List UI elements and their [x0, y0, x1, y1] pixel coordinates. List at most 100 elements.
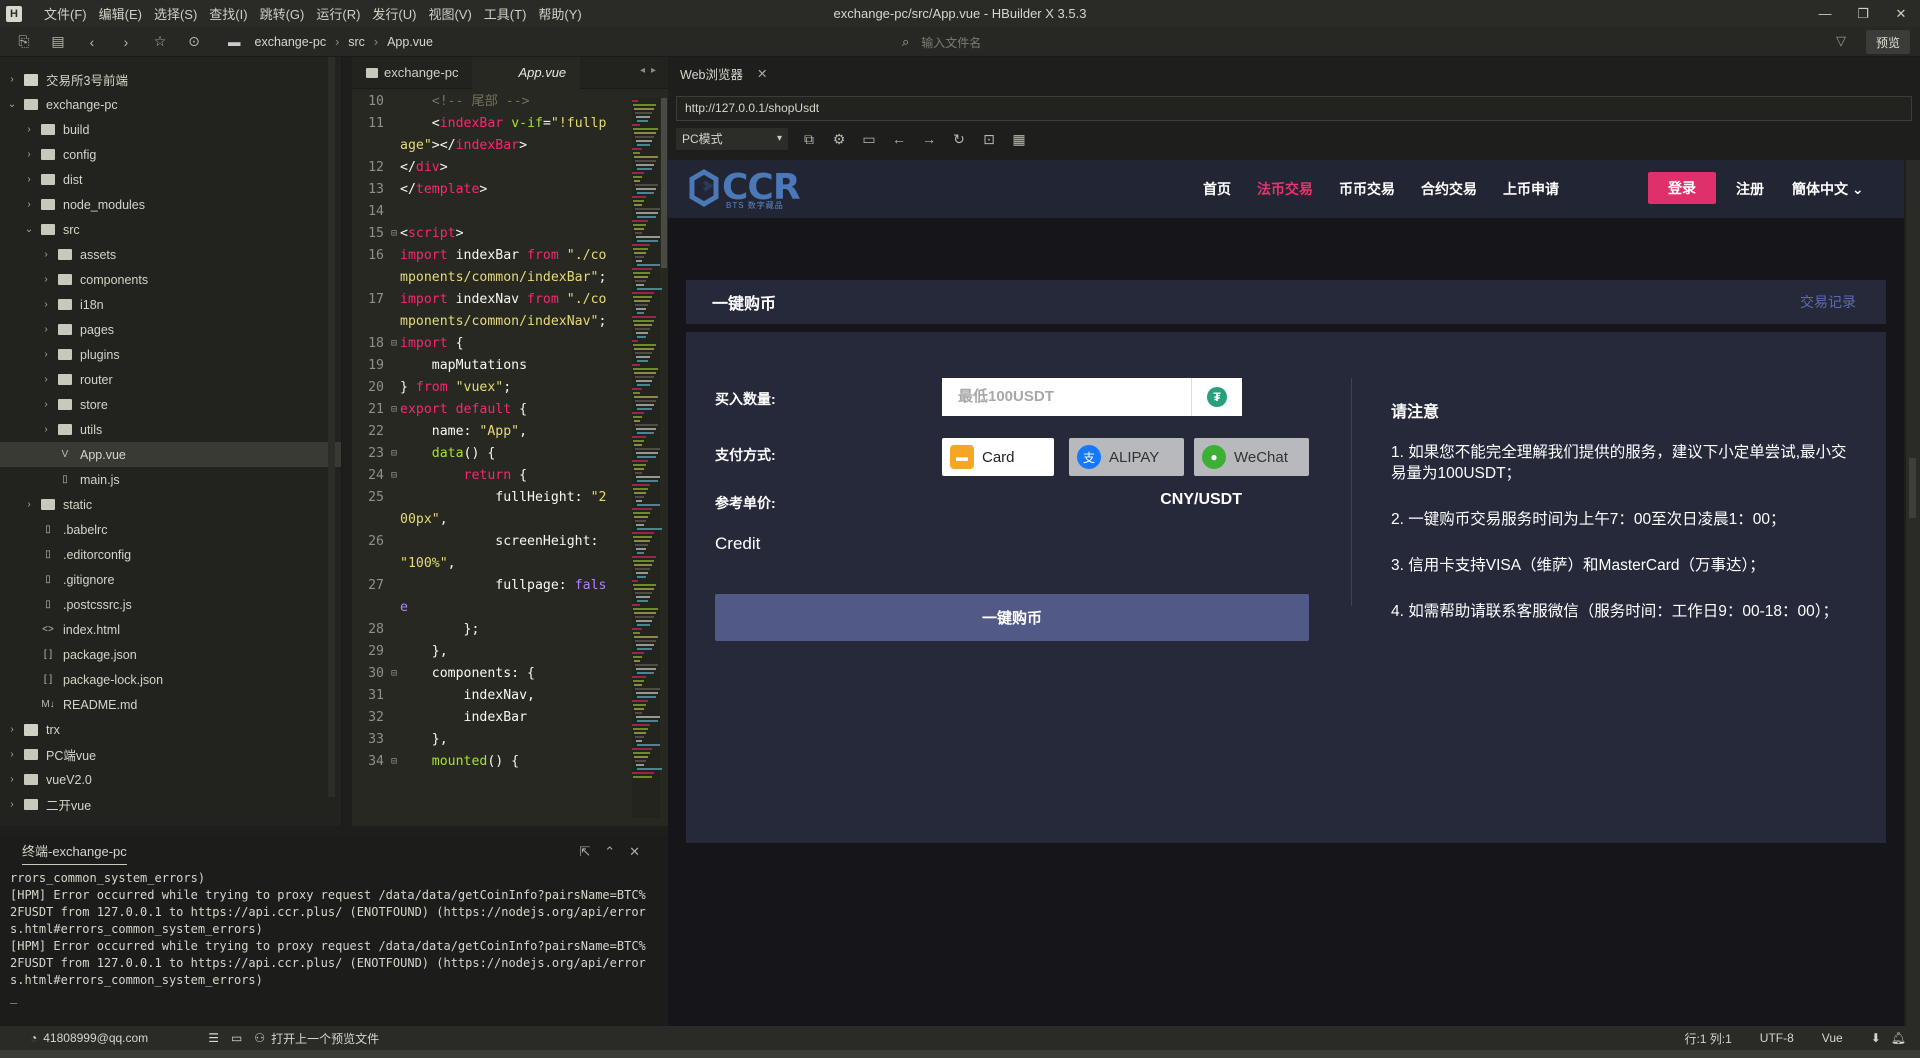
nav-link[interactable]: 上币申请	[1503, 179, 1559, 199]
filter-icon[interactable]: ▽	[1836, 33, 1846, 49]
minimize-icon[interactable]: —	[1806, 0, 1844, 27]
chevron-right-icon[interactable]: ›	[40, 399, 52, 410]
back-icon[interactable]: ←	[890, 131, 908, 147]
forward-icon[interactable]: ›	[116, 32, 136, 52]
tree-item[interactable]: ⌄ exchange-pc	[0, 92, 341, 117]
chevron-right-icon[interactable]: ›	[40, 274, 52, 285]
fold-icon[interactable]	[388, 377, 400, 399]
fold-icon[interactable]	[388, 619, 400, 641]
tree-item[interactable]: › pages	[0, 317, 341, 342]
fold-icon[interactable]: ⊟	[388, 223, 400, 245]
user-account[interactable]: 41808999@qq.com	[43, 1031, 148, 1045]
tab-nav-arrows-icon[interactable]: ◂▸	[640, 65, 662, 76]
tree-item[interactable]: › 二开vue	[0, 792, 341, 817]
site-logo[interactable]: CCR BTS 数字藏品	[688, 168, 801, 210]
code-line[interactable]: 32 indexBar	[352, 707, 668, 729]
code-line[interactable]: 13 </template>	[352, 179, 668, 201]
url-input[interactable]: http://127.0.0.1/shopUsdt	[676, 96, 1912, 121]
breadcrumb-item[interactable]: exchange-pc	[255, 35, 327, 49]
terminal-actions-icon[interactable]: ⇱⌃✕	[579, 844, 654, 860]
tree-item[interactable]: › components	[0, 267, 341, 292]
language-select[interactable]: 簡体中文 ⌄	[1792, 179, 1864, 199]
sidebar-scrollbar[interactable]	[328, 57, 335, 797]
chevron-right-icon[interactable]: ›	[6, 774, 18, 785]
code-line[interactable]: 11 <indexBar v-if="!fullpage"></indexBar…	[352, 113, 668, 157]
nav-link[interactable]: 合约交易	[1421, 179, 1477, 199]
fold-icon[interactable]	[388, 487, 400, 531]
tree-item[interactable]: › plugins	[0, 342, 341, 367]
chevron-right-icon[interactable]: ›	[40, 324, 52, 335]
code-line[interactable]: 34 ⊟ mounted() {	[352, 751, 668, 773]
tree-item[interactable]: › 交易所3号前端	[0, 67, 341, 92]
chevron-right-icon[interactable]: ›	[23, 149, 35, 160]
list-icon[interactable]: ☰	[208, 1031, 219, 1045]
notification-icon[interactable]: 🔔︎	[1891, 1031, 1906, 1045]
language-mode[interactable]: Vue	[1822, 1031, 1843, 1045]
fold-icon[interactable]	[388, 157, 400, 179]
fold-icon[interactable]	[388, 641, 400, 663]
chevron-right-icon[interactable]: ›	[40, 374, 52, 385]
qty-input[interactable]: 最低100USDT	[942, 378, 1192, 416]
code-line[interactable]: 19 mapMutations	[352, 355, 668, 377]
nav-link[interactable]: 首页	[1203, 179, 1231, 199]
browser-tab[interactable]: Web浏览器 ✕	[668, 57, 1920, 89]
qrcode-icon[interactable]: ▦	[1010, 131, 1028, 148]
console-icon[interactable]: ▭	[860, 131, 878, 148]
menu-item[interactable]: 跳转(G)	[254, 4, 311, 23]
pay-card-button[interactable]: ▬ Card	[942, 438, 1054, 476]
fold-icon[interactable]	[388, 685, 400, 707]
tree-item[interactable]: › store	[0, 392, 341, 417]
tab-exchange-pc[interactable]: exchange-pc	[352, 57, 472, 89]
fold-icon[interactable]	[388, 113, 400, 157]
close-icon[interactable]: ✕	[1882, 0, 1920, 27]
encoding[interactable]: UTF-8	[1760, 1031, 1794, 1045]
fold-icon[interactable]	[388, 245, 400, 289]
chevron-down-icon[interactable]: ⌄	[23, 224, 35, 235]
chevron-right-icon[interactable]: ›	[40, 299, 52, 310]
breadcrumb-item[interactable]: App.vue	[387, 35, 433, 49]
tab-app-vue[interactable]: App.vue	[472, 57, 581, 89]
code-line[interactable]: 27 fullpage: false	[352, 575, 668, 619]
tree-item[interactable]: › config	[0, 142, 341, 167]
editor-scrollbar[interactable]	[661, 98, 667, 268]
chevron-right-icon[interactable]: ›	[6, 724, 18, 735]
code-line[interactable]: 29 },	[352, 641, 668, 663]
code-line[interactable]: 33 },	[352, 729, 668, 751]
fold-icon[interactable]: ⊟	[388, 443, 400, 465]
tree-item[interactable]: ▯ .babelrc	[0, 517, 341, 542]
tree-item[interactable]: ▯ .postcssrc.js	[0, 592, 341, 617]
chevron-right-icon[interactable]: ›	[40, 349, 52, 360]
chevron-right-icon[interactable]: ›	[23, 199, 35, 210]
tree-item[interactable]: › i18n	[0, 292, 341, 317]
code-line[interactable]: 10 <!-- 尾部 -->	[352, 91, 668, 113]
chevron-right-icon[interactable]: ›	[6, 799, 18, 810]
code-line[interactable]: 15 ⊟ <script>	[352, 223, 668, 245]
fold-icon[interactable]	[388, 531, 400, 575]
chevron-right-icon[interactable]: ›	[6, 749, 18, 760]
chevron-right-icon[interactable]: ›	[6, 74, 18, 85]
tree-item[interactable]: › PC端vue	[0, 742, 341, 767]
pay-wechat-button[interactable]: ● WeChat	[1194, 438, 1309, 476]
cursor-position[interactable]: 行:1 列:1	[1684, 1030, 1731, 1047]
code-line[interactable]: 12 </div>	[352, 157, 668, 179]
fold-icon[interactable]	[388, 729, 400, 751]
mode-select[interactable]: PC模式	[676, 128, 788, 150]
menu-item[interactable]: 查找(I)	[203, 4, 253, 23]
new-file-icon[interactable]: ⎘	[14, 32, 34, 52]
forward-icon[interactable]: →	[920, 131, 938, 147]
fold-icon[interactable]	[388, 421, 400, 443]
menu-item[interactable]: 选择(S)	[148, 4, 203, 23]
menu-item[interactable]: 视图(V)	[422, 4, 477, 23]
fold-icon[interactable]	[388, 707, 400, 729]
code-line[interactable]: 16 import indexBar from "./components/com…	[352, 245, 668, 289]
code-line[interactable]: 21 ⊟ export default {	[352, 399, 668, 421]
tree-item[interactable]: › assets	[0, 242, 341, 267]
tree-item[interactable]: › static	[0, 492, 341, 517]
code-line[interactable]: 17 import indexNav from "./components/com…	[352, 289, 668, 333]
link-icon[interactable]: ⚇	[254, 1031, 265, 1045]
code-line[interactable]: 20} from "vuex";	[352, 377, 668, 399]
star-icon[interactable]: ☆	[150, 32, 170, 52]
tree-item[interactable]: ▯ .gitignore	[0, 567, 341, 592]
code-line[interactable]: 24 ⊟ return {	[352, 465, 668, 487]
code-line[interactable]: 22 name: "App",	[352, 421, 668, 443]
